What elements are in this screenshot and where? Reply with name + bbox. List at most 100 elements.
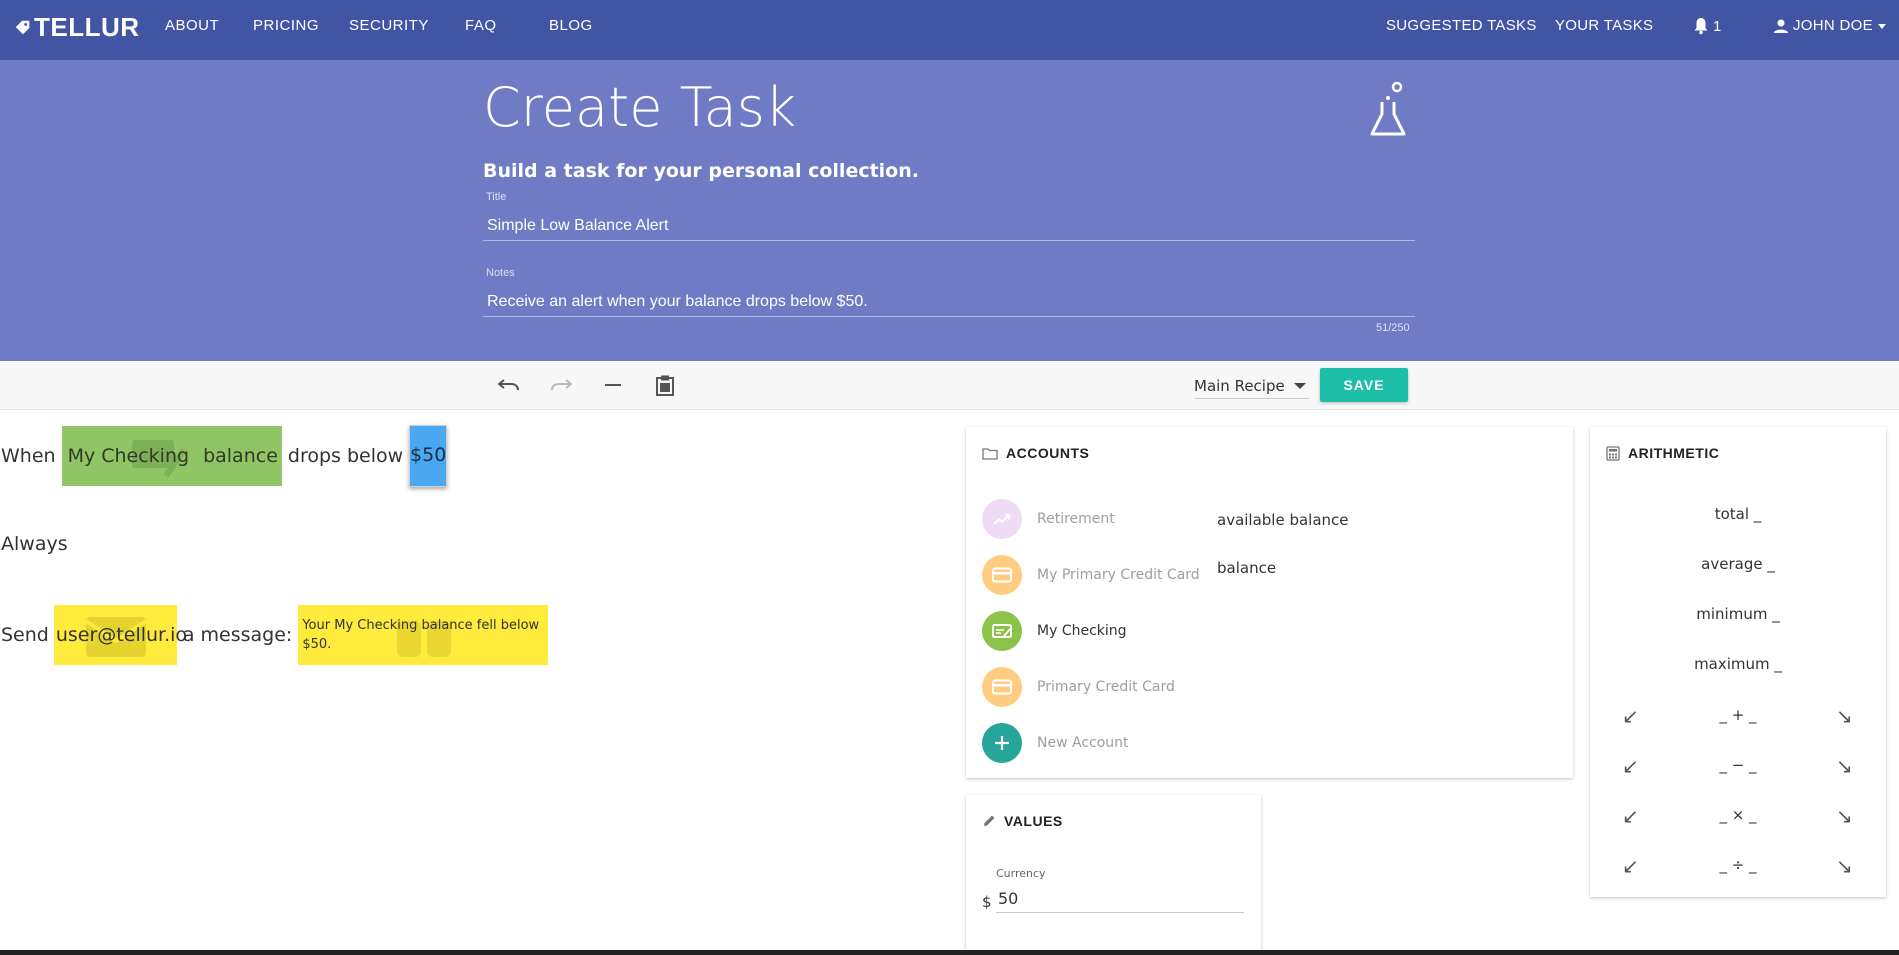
- always-keyword: Always: [1, 533, 68, 555]
- account-balance-chip[interactable]: My Checking balance: [61, 426, 282, 486]
- property-available-balance[interactable]: available balance: [1217, 511, 1349, 529]
- folder-icon: [982, 447, 998, 460]
- checking-icon: [992, 624, 1012, 638]
- message-chip[interactable]: Your My Checking balance fell below $50.: [298, 605, 549, 665]
- amount-value: $50: [410, 444, 447, 466]
- undo-button[interactable]: [497, 373, 521, 397]
- redo-icon: [551, 379, 572, 391]
- window-bottom-edge: [0, 950, 1899, 955]
- pencil-icon: [984, 815, 995, 826]
- user-menu[interactable]: JOHN DOE: [1773, 17, 1887, 34]
- recipe-always-line: Always: [0, 533, 68, 555]
- when-keyword: When: [1, 445, 56, 467]
- currency-symbol: $: [982, 893, 992, 911]
- nav-your-tasks[interactable]: YOUR TASKS: [1555, 17, 1653, 34]
- tellur-logo[interactable]: TELLUR: [14, 12, 140, 43]
- operator-row-add: ↙ _ + _ ↘: [1590, 704, 1886, 730]
- notes-label: Notes: [486, 267, 515, 279]
- caret-down-icon: [1294, 382, 1306, 389]
- arrow-down-right-icon[interactable]: ↘: [1836, 854, 1853, 878]
- account-avatar: [982, 499, 1022, 539]
- send-keyword: Send: [1, 624, 49, 646]
- remove-button[interactable]: [601, 373, 625, 397]
- redo-button[interactable]: [549, 373, 573, 397]
- arithmetic-title-text: ARITHMETIC: [1628, 445, 1720, 461]
- recipe-select[interactable]: Main Recipe: [1194, 373, 1310, 399]
- values-panel: VALUES Currency $: [966, 795, 1261, 950]
- email-value: user@tellur.io: [55, 624, 188, 646]
- tag-icon: [15, 20, 30, 34]
- recipe-action-line: Send user@tellur.io a message: Your My C…: [0, 605, 549, 665]
- notes-field[interactable]: [483, 287, 1415, 317]
- caret-down-icon: [1877, 23, 1886, 29]
- new-account-button[interactable]: New Account: [982, 723, 1129, 763]
- clipboard-icon: [656, 375, 674, 396]
- credit-card-icon: [992, 567, 1012, 583]
- account-item-primary-credit-card[interactable]: Primary Credit Card: [982, 667, 1175, 707]
- nav-link-pricing[interactable]: PRICING: [253, 17, 319, 34]
- account-avatar: [982, 667, 1022, 707]
- currency-field[interactable]: [996, 885, 1244, 913]
- nav-link-faq[interactable]: FAQ: [465, 17, 497, 34]
- account-label: My Primary Credit Card: [1037, 567, 1200, 583]
- user-icon: [1774, 19, 1788, 33]
- accounts-title: ACCOUNTS: [982, 445, 1089, 461]
- accounts-title-text: ACCOUNTS: [1006, 445, 1090, 461]
- account-item-my-primary-credit-card[interactable]: My Primary Credit Card: [982, 555, 1200, 595]
- operator-row-multiply: ↙ _ × _ ↘: [1590, 804, 1886, 830]
- function-average[interactable]: average _: [1590, 555, 1886, 573]
- flask-icon: [1370, 81, 1406, 136]
- condition-text: drops below: [287, 445, 404, 467]
- function-total[interactable]: total _: [1590, 505, 1886, 523]
- arrow-down-right-icon[interactable]: ↘: [1836, 804, 1853, 828]
- account-item-my-checking[interactable]: My Checking: [982, 611, 1127, 651]
- arrow-down-right-icon[interactable]: ↘: [1836, 704, 1853, 728]
- character-counter: 51/250: [1376, 322, 1410, 334]
- brand-name: TELLUR: [34, 12, 140, 42]
- paste-button[interactable]: [653, 373, 677, 397]
- recipe-trigger-line: When My Checking balance drops below $50: [0, 425, 448, 487]
- message-text: Your My Checking balance fell below $50.: [302, 618, 540, 652]
- save-button[interactable]: SAVE: [1320, 368, 1408, 402]
- account-label: Retirement: [1037, 511, 1115, 527]
- calculator-icon: [1606, 445, 1620, 461]
- email-chip[interactable]: user@tellur.io: [53, 605, 187, 665]
- nav-link-blog[interactable]: BLOG: [549, 17, 593, 34]
- plus-icon: [995, 736, 1009, 750]
- account-item-retirement[interactable]: Retirement: [982, 499, 1115, 539]
- title-field[interactable]: [483, 211, 1415, 241]
- account-label: Primary Credit Card: [1037, 679, 1175, 695]
- a-message-text: a message:: [182, 624, 293, 646]
- amount-chip[interactable]: $50: [409, 425, 448, 487]
- accounts-panel: ACCOUNTS Retirement My Primary Credit Ca…: [966, 427, 1573, 778]
- operator-row-divide: ↙ _ ÷ _ ↘: [1590, 854, 1886, 880]
- notification-count: 1: [1713, 17, 1722, 35]
- nav-link-security[interactable]: SECURITY: [349, 17, 429, 34]
- account-label: My Checking: [1037, 623, 1127, 639]
- page-title: Create Task: [483, 76, 797, 139]
- arrow-down-right-icon[interactable]: ↘: [1836, 754, 1853, 778]
- currency-label: Currency: [996, 867, 1046, 880]
- title-label: Title: [486, 191, 507, 203]
- recipe-select-value: Main Recipe: [1194, 376, 1285, 395]
- top-nav: TELLUR ABOUT PRICING SECURITY FAQ BLOG S…: [0, 0, 1899, 60]
- account-name: My Checking: [67, 445, 190, 467]
- account-avatar: [982, 555, 1022, 595]
- function-maximum[interactable]: maximum _: [1590, 655, 1886, 673]
- nav-suggested-tasks[interactable]: SUGGESTED TASKS: [1386, 17, 1537, 34]
- values-title: VALUES: [982, 813, 1063, 829]
- minus-icon: [605, 384, 621, 386]
- arithmetic-panel: ARITHMETIC total _ average _ minimum _ m…: [1590, 427, 1886, 897]
- function-minimum[interactable]: minimum _: [1590, 605, 1886, 623]
- editor-toolbar: Main Recipe SAVE: [0, 361, 1899, 410]
- credit-card-icon: [992, 679, 1012, 695]
- account-avatar: [982, 611, 1022, 651]
- page-subtitle: Build a task for your personal collectio…: [483, 160, 919, 182]
- user-name: JOHN DOE: [1793, 17, 1873, 34]
- notifications-button[interactable]: 1: [1693, 17, 1722, 35]
- nav-link-about[interactable]: ABOUT: [165, 17, 219, 34]
- values-title-text: VALUES: [1004, 813, 1063, 829]
- operator-row-subtract: ↙ _ − _ ↘: [1590, 754, 1886, 780]
- bell-icon: [1694, 18, 1708, 35]
- property-balance[interactable]: balance: [1217, 559, 1276, 577]
